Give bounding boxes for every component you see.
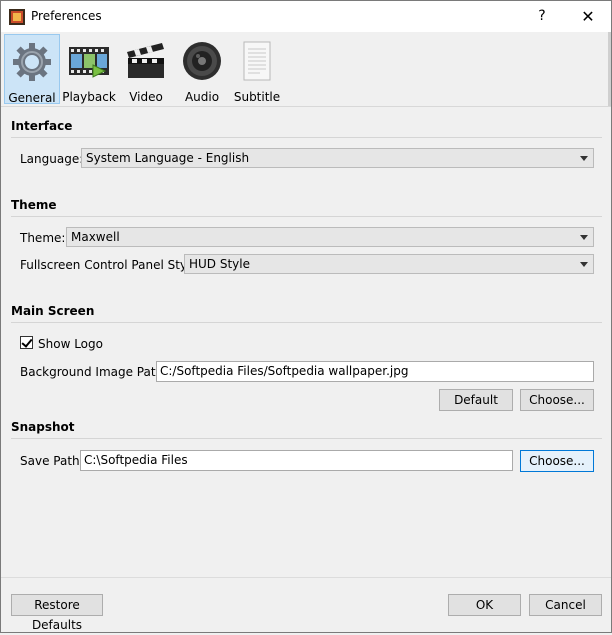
theme-label: Theme: bbox=[20, 231, 66, 245]
section-divider bbox=[11, 137, 602, 138]
section-snapshot-title: Snapshot bbox=[11, 420, 75, 434]
chevron-down-icon bbox=[580, 262, 588, 267]
default-button[interactable]: Default bbox=[439, 389, 513, 411]
check-icon bbox=[21, 336, 33, 348]
tab-general-label: General bbox=[8, 91, 56, 105]
language-value: System Language - English bbox=[86, 151, 250, 165]
document-icon bbox=[243, 41, 271, 81]
tab-playback-label: Playback bbox=[62, 90, 116, 104]
language-select[interactable]: System Language - English bbox=[81, 148, 594, 168]
chevron-down-icon bbox=[580, 156, 588, 161]
bg-path-input[interactable]: C:/Softpedia Files/Softpedia wallpaper.j… bbox=[156, 361, 594, 382]
tab-video[interactable]: Video bbox=[119, 34, 173, 104]
section-interface-title: Interface bbox=[11, 119, 73, 133]
snapshot-choose-button[interactable]: Choose... bbox=[520, 450, 594, 472]
fullscreen-style-label: Fullscreen Control Panel Style: bbox=[20, 258, 202, 272]
preferences-window: Preferences ? ✕ General Playback Video A… bbox=[0, 0, 612, 633]
save-path-input[interactable]: C:\Softpedia Files bbox=[80, 450, 513, 471]
tab-subtitle[interactable]: Subtitle bbox=[231, 34, 283, 104]
toolbar-edge bbox=[608, 32, 611, 106]
window-title: Preferences bbox=[31, 9, 102, 23]
film-strip-icon bbox=[69, 47, 109, 78]
bg-path-label: Background Image Path: bbox=[20, 365, 168, 379]
clapperboard-icon bbox=[127, 43, 164, 78]
theme-value: Maxwell bbox=[71, 230, 120, 244]
section-divider bbox=[11, 322, 602, 323]
speaker-icon bbox=[183, 42, 221, 80]
footer-divider bbox=[1, 577, 611, 578]
theme-select[interactable]: Maxwell bbox=[66, 227, 594, 247]
show-logo-checkbox[interactable] bbox=[20, 336, 33, 349]
tab-audio[interactable]: Audio bbox=[175, 34, 229, 104]
app-icon bbox=[9, 9, 25, 25]
section-theme-title: Theme bbox=[11, 198, 57, 212]
section-divider bbox=[11, 216, 602, 217]
tab-subtitle-label: Subtitle bbox=[233, 90, 281, 104]
restore-defaults-button[interactable]: Restore Defaults bbox=[11, 594, 103, 632]
close-button[interactable]: ✕ bbox=[565, 1, 611, 32]
tab-general[interactable]: General bbox=[4, 34, 60, 105]
show-logo-label: Show Logo bbox=[38, 337, 103, 351]
language-label: Language: bbox=[20, 152, 84, 166]
gear-icon bbox=[13, 43, 51, 81]
tab-playback[interactable]: Playback bbox=[61, 34, 117, 104]
category-toolbar: General Playback Video Audio Subtitle bbox=[1, 32, 611, 107]
fullscreen-style-select[interactable]: HUD Style bbox=[184, 254, 594, 274]
section-main-screen-title: Main Screen bbox=[11, 304, 95, 318]
chevron-down-icon bbox=[580, 235, 588, 240]
bg-choose-button[interactable]: Choose... bbox=[520, 389, 594, 411]
cancel-button[interactable]: Cancel bbox=[529, 594, 602, 616]
save-path-label: Save Path: bbox=[20, 454, 84, 468]
tab-video-label: Video bbox=[129, 90, 163, 104]
help-button[interactable]: ? bbox=[519, 1, 565, 32]
ok-button[interactable]: OK bbox=[448, 594, 521, 616]
tab-audio-label: Audio bbox=[184, 90, 220, 104]
fullscreen-style-value: HUD Style bbox=[189, 257, 251, 271]
section-divider bbox=[11, 438, 602, 439]
title-bar: Preferences ? ✕ bbox=[1, 1, 611, 32]
